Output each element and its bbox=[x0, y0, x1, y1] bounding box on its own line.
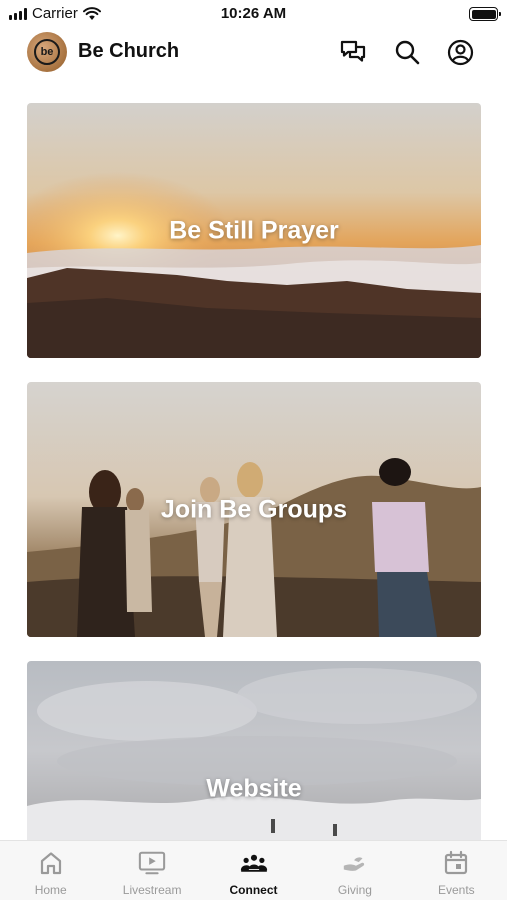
status-bar: Carrier 10:26 AM bbox=[0, 0, 507, 28]
tv-play-icon bbox=[138, 849, 166, 877]
card-website[interactable]: Website bbox=[27, 661, 481, 841]
chat-bubbles-icon[interactable] bbox=[339, 38, 367, 66]
card-be-still-prayer[interactable]: Be Still Prayer bbox=[27, 103, 481, 358]
calendar-icon bbox=[442, 849, 470, 877]
tab-label: Connect bbox=[229, 883, 278, 897]
tab-label: Home bbox=[34, 883, 67, 897]
cloudy-sky-image bbox=[27, 661, 481, 841]
card-join-be-groups[interactable]: Join Be Groups bbox=[27, 382, 481, 637]
search-icon[interactable] bbox=[393, 38, 421, 66]
tab-events[interactable]: Events bbox=[406, 841, 507, 900]
bottom-tab-bar: Home Livestream Connect Giving Events bbox=[0, 840, 507, 900]
tab-home[interactable]: Home bbox=[0, 841, 101, 900]
card-title: Join Be Groups bbox=[160, 495, 348, 523]
app-title: Be Church bbox=[78, 40, 180, 62]
app-header: be Be Church bbox=[0, 30, 507, 76]
profile-icon[interactable] bbox=[446, 38, 474, 66]
tab-label: Giving bbox=[337, 883, 372, 897]
tab-connect[interactable]: Connect bbox=[203, 841, 304, 900]
battery-icon bbox=[469, 7, 501, 21]
logo-mark: be bbox=[34, 39, 60, 65]
tab-livestream[interactable]: Livestream bbox=[101, 841, 202, 900]
tab-label: Livestream bbox=[122, 883, 182, 897]
giving-hand-icon bbox=[341, 849, 369, 877]
status-time: 10:26 AM bbox=[220, 5, 287, 22]
people-group-icon bbox=[240, 849, 268, 877]
tab-label: Events bbox=[437, 883, 475, 897]
tab-giving[interactable]: Giving bbox=[304, 841, 405, 900]
church-logo[interactable]: be bbox=[27, 32, 67, 72]
card-title: Website bbox=[206, 774, 302, 803]
card-title: Be Still Prayer bbox=[169, 216, 339, 244]
home-icon bbox=[37, 849, 65, 877]
